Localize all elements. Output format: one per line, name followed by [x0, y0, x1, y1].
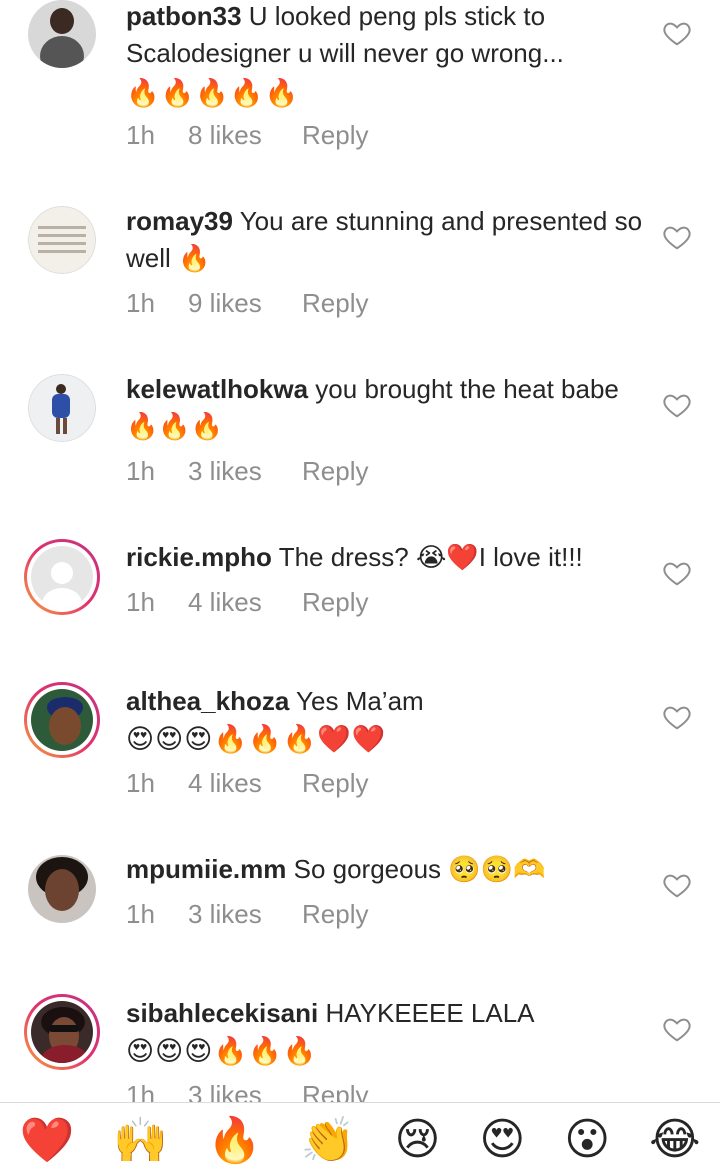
- comment-username[interactable]: kelewatlhokwa: [126, 374, 308, 404]
- like-heart-icon[interactable]: [662, 558, 692, 588]
- reaction-laughing-icon[interactable]: 😂: [649, 1114, 700, 1165]
- comment-body: The dress? 😭❤️I love it!!!: [271, 542, 583, 572]
- avatar[interactable]: [28, 855, 96, 923]
- comment-likes[interactable]: 4 likes: [188, 587, 302, 618]
- comment-time: 1h: [126, 456, 155, 486]
- reaction-raised-hands-icon[interactable]: 🙌: [113, 1114, 168, 1166]
- comment-username[interactable]: patbon33: [126, 1, 242, 31]
- reply-button[interactable]: Reply: [302, 899, 368, 930]
- comment-body: HAYKEEEE LALA: [318, 998, 535, 1028]
- avatar[interactable]: [28, 0, 96, 68]
- comment-text: althea_khoza Yes Ma’am: [126, 683, 646, 720]
- default-avatar-icon: [31, 546, 93, 608]
- comment-likes[interactable]: 3 likes: [188, 899, 302, 930]
- comment-meta: 1h 8 likes Reply: [126, 120, 368, 151]
- comment-time: 1h: [126, 899, 155, 929]
- reply-button[interactable]: Reply: [302, 768, 368, 799]
- comment-meta: 1h 4 likes Reply: [126, 587, 368, 618]
- like-heart-icon[interactable]: [662, 1014, 692, 1044]
- comment-time: 1h: [126, 120, 155, 150]
- comment-text: mpumiie.mm So gorgeous 🥺🥺🫶: [126, 851, 646, 888]
- avatar[interactable]: [28, 374, 96, 442]
- like-heart-icon[interactable]: [662, 18, 692, 48]
- like-heart-icon[interactable]: [662, 390, 692, 420]
- comment-username[interactable]: romay39: [126, 206, 233, 236]
- like-heart-icon[interactable]: [662, 222, 692, 252]
- comment-text: sibahlecekisani HAYKEEEE LALA: [126, 995, 646, 1032]
- comment-time: 1h: [126, 288, 155, 318]
- comment-username[interactable]: mpumiie.mm: [126, 854, 286, 884]
- comment-body: Yes Ma’am: [289, 686, 424, 716]
- comment-text: kelewatlhokwa you brought the heat babe🔥…: [126, 371, 646, 445]
- avatar[interactable]: [24, 539, 100, 615]
- comment-likes[interactable]: 4 likes: [188, 768, 302, 799]
- reply-button[interactable]: Reply: [302, 587, 368, 618]
- comment-username[interactable]: sibahlecekisani: [126, 998, 318, 1028]
- reply-button[interactable]: Reply: [302, 120, 368, 151]
- avatar[interactable]: [28, 206, 96, 274]
- comment-emojis: 😍😍😍🔥🔥🔥❤️❤️: [126, 724, 387, 755]
- quick-reaction-bar: ❤️ 🙌 🔥 👏 😢 😍 😮 😂: [0, 1102, 720, 1176]
- comment-meta: 1h 4 likes Reply: [126, 768, 368, 799]
- comment-text: patbon33 U looked peng pls stick to Scal…: [126, 0, 646, 72]
- reply-button[interactable]: Reply: [302, 456, 368, 487]
- avatar[interactable]: [24, 682, 100, 758]
- comment-likes[interactable]: 8 likes: [188, 120, 302, 151]
- comment-time: 1h: [126, 768, 155, 798]
- like-heart-icon[interactable]: [662, 870, 692, 900]
- comment-username[interactable]: rickie.mpho: [126, 542, 272, 572]
- like-heart-icon[interactable]: [662, 702, 692, 732]
- comment-likes[interactable]: 9 likes: [188, 288, 302, 319]
- reaction-crying-icon[interactable]: 😢: [395, 1114, 441, 1165]
- reaction-heart-icon[interactable]: ❤️: [19, 1114, 74, 1166]
- avatar[interactable]: [24, 994, 100, 1070]
- reaction-clap-icon[interactable]: 👏: [301, 1114, 356, 1166]
- comment-emojis: 😍😍😍🔥🔥🔥: [126, 1036, 318, 1067]
- comment-username[interactable]: althea_khoza: [126, 686, 289, 716]
- comment-text: rickie.mpho The dress? 😭❤️I love it!!!: [126, 539, 646, 576]
- reaction-surprised-icon[interactable]: 😮: [564, 1114, 610, 1165]
- comment-likes[interactable]: 3 likes: [188, 456, 302, 487]
- comment-emojis: 🔥🔥🔥🔥🔥: [126, 78, 300, 109]
- comment-text: romay39 You are stunning and presented s…: [126, 203, 646, 277]
- comment-meta: 1h 9 likes Reply: [126, 288, 368, 319]
- reply-button[interactable]: Reply: [302, 288, 368, 319]
- comment-body: So gorgeous 🥺🥺🫶: [286, 854, 546, 884]
- comment-time: 1h: [126, 587, 155, 617]
- comment-meta: 1h 3 likes Reply: [126, 456, 368, 487]
- reaction-fire-icon[interactable]: 🔥: [207, 1114, 262, 1166]
- reaction-heart-eyes-icon[interactable]: 😍: [479, 1114, 525, 1165]
- comment-meta: 1h 3 likes Reply: [126, 899, 368, 930]
